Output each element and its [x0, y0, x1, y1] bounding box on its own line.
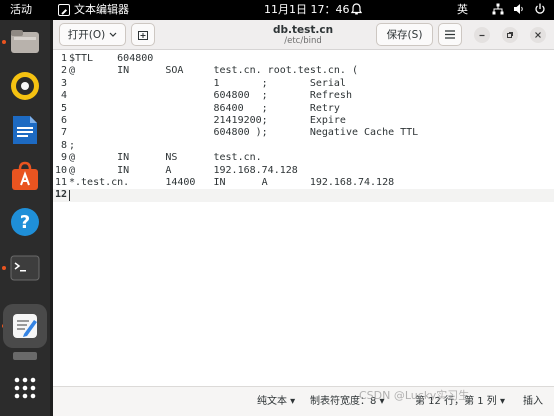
system-tray[interactable]	[492, 3, 546, 15]
editor-line[interactable]: 8;	[53, 140, 554, 152]
line-number: 3	[60, 77, 67, 89]
document-title: db.test.cn	[272, 24, 334, 36]
close-button[interactable]	[530, 27, 546, 43]
line-number: 11	[54, 177, 67, 188]
header-bar: 打开(O) db.test.cn /etc/bind 保存(S)	[53, 20, 554, 50]
dock-terminal[interactable]	[7, 250, 43, 286]
app-menu[interactable]: 文本编辑器	[58, 3, 129, 17]
volume-icon	[514, 4, 523, 14]
editor-line[interactable]: 3 1 ; Serial	[53, 78, 554, 90]
new-tab-button[interactable]	[131, 23, 155, 46]
app-center-icon	[12, 161, 38, 190]
line-text[interactable]: @ IN A 192.168.74.128	[69, 165, 298, 177]
line-number: 10	[54, 164, 67, 176]
line-text[interactable]: @ IN SOA test.cn. root.test.cn. (	[69, 65, 358, 77]
editor-line[interactable]: 5 86400 ; Retry	[53, 103, 554, 115]
save-button[interactable]: 保存(S)	[376, 23, 433, 46]
text-editor-icon	[13, 314, 37, 338]
dock: ?	[0, 20, 50, 416]
minimize-button[interactable]	[474, 27, 490, 43]
document-path: /etc/bind	[284, 36, 322, 46]
line-text[interactable]: 1 ; Serial	[69, 78, 345, 90]
insert-mode-indicator: 插入	[523, 396, 543, 407]
new-tab-icon	[138, 30, 148, 40]
dock-app-center[interactable]	[7, 158, 43, 194]
line-text[interactable]: 21419200; Expire	[69, 115, 345, 127]
language-selector[interactable]: 纯文本 ▾	[257, 396, 295, 408]
dock-writer[interactable]	[7, 112, 43, 148]
clock[interactable]: 11月1日 17：46	[264, 3, 350, 17]
network-icon	[492, 3, 504, 15]
line-number: 12	[54, 189, 67, 201]
top-bar: 活动 文本编辑器 11月1日 17：46 英	[0, 0, 554, 20]
line-text[interactable]: $TTL 604800	[69, 53, 153, 65]
activities-button[interactable]: 活动	[10, 3, 32, 17]
watermark: CSDN @Lucky实习生	[359, 389, 470, 402]
editor-line[interactable]: 7 604800 ); Negative Cache TTL	[53, 127, 554, 139]
hamburger-menu-button[interactable]	[438, 23, 462, 46]
line-text[interactable]: @ IN NS test.cn.	[69, 152, 262, 164]
line-number: 4	[60, 90, 67, 102]
restore-icon	[507, 32, 513, 38]
line-text[interactable]: 604800 ; Refresh	[69, 90, 351, 102]
terminal-icon	[10, 255, 40, 281]
hamburger-icon	[445, 30, 455, 39]
text-editing-area[interactable]: 1 $TTL 604800 2 @ IN SOA test.cn. root.test…	[53, 50, 554, 386]
dock-trash[interactable]	[7, 350, 43, 362]
open-button[interactable]: 打开(O)	[59, 23, 126, 46]
app-menu-label: 文本编辑器	[74, 3, 129, 16]
editor-line[interactable]: 11 *.test.cn. 14400 IN A 192.168.74.128	[53, 177, 554, 189]
editor-line[interactable]: 10 @ IN A 192.168.74.128	[53, 165, 554, 177]
dock-rhythmbox[interactable]	[7, 68, 43, 104]
editor-line[interactable]: 9 @ IN NS test.cn.	[53, 152, 554, 164]
minimize-icon	[479, 34, 485, 37]
running-indicator	[2, 266, 6, 270]
dock-files[interactable]	[7, 24, 43, 60]
dock-help[interactable]: ?	[7, 204, 43, 240]
close-icon	[535, 32, 541, 38]
rhythmbox-icon	[11, 72, 39, 100]
writer-icon	[13, 116, 37, 144]
files-icon	[11, 30, 39, 53]
show-apps-button[interactable]	[7, 370, 43, 406]
svg-text:?: ?	[20, 212, 30, 233]
line-number: 8	[60, 139, 67, 151]
power-icon	[535, 3, 545, 14]
line-number: 7	[60, 127, 67, 139]
status-bar: 纯文本 ▾ 制表符宽度：8 ▾ 第 12 行，第 1 列 ▾ 插入	[53, 386, 554, 416]
maximize-button[interactable]	[502, 27, 518, 43]
line-number: 1	[60, 53, 67, 64]
editor-line[interactable]: 4 604800 ; Refresh	[53, 90, 554, 102]
window-title: db.test.cn /etc/bind	[233, 24, 373, 47]
editor-line[interactable]: 12	[53, 189, 554, 202]
app-grid-icon	[14, 377, 36, 399]
help-icon: ?	[11, 208, 39, 236]
line-number: 9	[60, 152, 67, 164]
input-method-indicator[interactable]: 英	[457, 3, 468, 17]
editor-line[interactable]: 1 $TTL 604800	[53, 53, 554, 65]
line-number: 6	[60, 115, 67, 126]
trash-icon	[13, 352, 37, 360]
alarm-clock-icon[interactable]	[350, 3, 363, 19]
line-number: 5	[60, 102, 67, 114]
dock-text-editor[interactable]	[3, 304, 47, 348]
editor-line[interactable]: 6 21419200; Expire	[53, 115, 554, 127]
chevron-down-icon	[109, 32, 117, 37]
text-editor-icon	[58, 4, 70, 16]
line-text[interactable]: ;	[69, 140, 75, 152]
line-text[interactable]: 604800 ); Negative Cache TTL	[69, 127, 418, 139]
line-text[interactable]: 86400 ; Retry	[69, 103, 339, 115]
text-editor-window: 打开(O) db.test.cn /etc/bind 保存(S) 1 $TTL 6…	[53, 20, 554, 416]
running-indicator	[2, 40, 6, 44]
open-button-label: 打开(O)	[67, 29, 106, 41]
line-text[interactable]: *.test.cn. 14400 IN A 192.168.74.128	[69, 177, 394, 189]
text-cursor	[69, 190, 70, 202]
line-number: 2	[60, 65, 67, 77]
editor-line[interactable]: 2 @ IN SOA test.cn. root.test.cn. (	[53, 65, 554, 77]
